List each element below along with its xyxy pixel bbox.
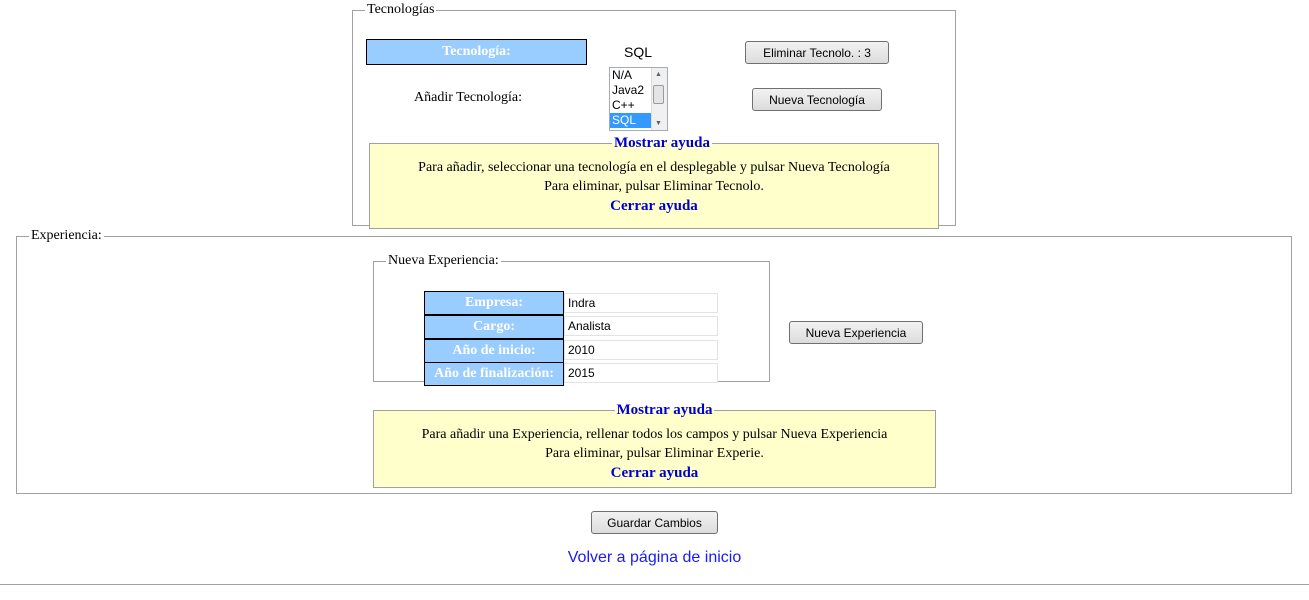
position-field[interactable]: Analista	[564, 316, 718, 336]
start-year-field[interactable]: 2010	[564, 340, 718, 360]
home-page-link[interactable]: Volver a página de inicio	[0, 549, 1309, 567]
show-help-link[interactable]: Mostrar ayuda	[617, 402, 713, 418]
experience-help-line-1: Para añadir una Experiencia, rellenar to…	[421, 427, 888, 442]
technology-help-line-1: Para añadir, seleccionar una tecnología …	[418, 160, 890, 175]
position-label: Cargo:	[424, 315, 564, 339]
new-experience-button[interactable]: Nueva Experiencia	[789, 321, 923, 344]
close-help-link[interactable]: Cerrar ayuda	[370, 196, 938, 217]
listbox-scrollbar[interactable]: ▲ ▼	[651, 68, 667, 130]
scroll-down-arrow-icon[interactable]: ▼	[655, 120, 662, 128]
show-help-link[interactable]: Mostrar ayuda	[614, 135, 710, 151]
technologies-fieldset: Tecnologías Tecnología: SQL Eliminar Tec…	[352, 2, 956, 229]
new-experience-legend: Nueva Experiencia:	[388, 253, 499, 268]
technology-option[interactable]: N/A	[610, 68, 652, 83]
technology-option-selected[interactable]: SQL	[610, 113, 652, 128]
experience-help-fieldset: Mostrar ayuda Para añadir una Experienci…	[373, 402, 936, 488]
technology-listbox[interactable]: N/A Java2 C++ SQL ▲ ▼	[609, 67, 668, 131]
end-year-label: Año de finalización:	[424, 362, 564, 386]
scroll-up-arrow-icon[interactable]: ▲	[655, 71, 662, 79]
technology-help-fieldset: Mostrar ayuda Para añadir, seleccionar u…	[369, 135, 939, 229]
close-help-link[interactable]: Cerrar ayuda	[374, 463, 935, 484]
company-field[interactable]: Indra	[564, 293, 718, 313]
bottom-divider	[0, 584, 1309, 585]
technologies-legend: Tecnologías	[367, 2, 435, 17]
experience-help-line-2: Para eliminar, pulsar Eliminar Experie.	[545, 446, 764, 461]
save-changes-button[interactable]: Guardar Cambios	[591, 511, 718, 534]
start-year-label: Año de inicio:	[424, 339, 564, 363]
technology-option[interactable]: Java2	[610, 83, 652, 98]
delete-technology-button[interactable]: Eliminar Tecnolo. : 3	[745, 41, 889, 64]
technology-help-line-2: Para eliminar, pulsar Eliminar Tecnolo.	[544, 179, 764, 194]
end-year-field[interactable]: 2015	[564, 363, 718, 383]
experience-legend: Experiencia:	[31, 228, 102, 243]
technology-header-cell: Tecnología:	[366, 39, 587, 65]
technology-option[interactable]: C++	[610, 98, 652, 113]
new-experience-fieldset: Nueva Experiencia: Empresa: Indra Cargo:…	[373, 253, 770, 386]
scroll-thumb[interactable]	[653, 85, 664, 104]
new-technology-button[interactable]: Nueva Tecnología	[752, 88, 882, 111]
add-technology-label: Añadir Tecnología:	[414, 90, 523, 105]
selected-technology-value: SQL	[624, 44, 653, 60]
company-label: Empresa:	[424, 291, 564, 315]
